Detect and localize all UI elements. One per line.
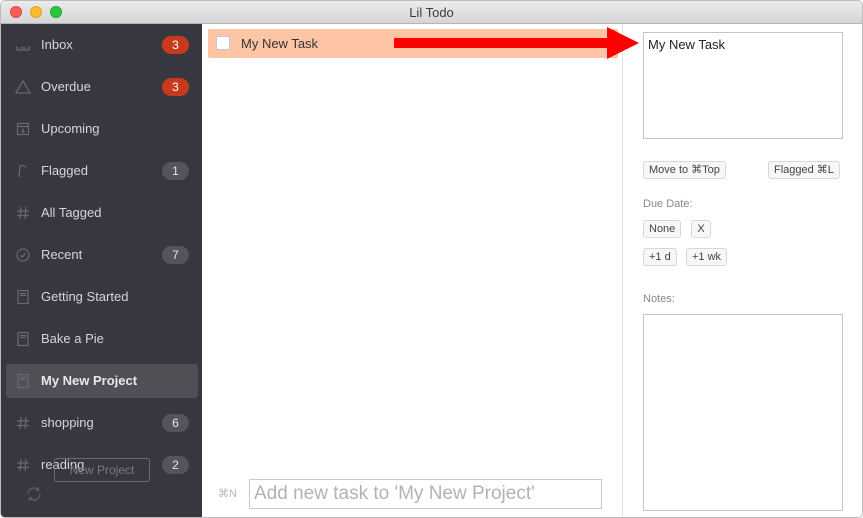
count-badge: 7	[162, 246, 189, 264]
task-checkbox[interactable]	[216, 36, 230, 50]
calendar-icon	[15, 121, 31, 137]
count-badge: 2	[162, 456, 189, 474]
due-clear-button[interactable]: X	[691, 220, 711, 238]
sidebar-item-shopping[interactable]: shopping 6	[6, 406, 198, 440]
flagged-button[interactable]: Flagged ⌘L	[768, 161, 840, 179]
task-detail-panel: My New Task Move to ⌘Top Flagged ⌘L Due …	[623, 24, 862, 517]
sidebar-item-label: All Tagged	[41, 205, 102, 220]
sidebar-item-label: Overdue	[41, 79, 91, 94]
hash-icon	[15, 205, 31, 221]
sync-icon[interactable]	[25, 485, 43, 503]
sidebar-item-overdue[interactable]: Overdue 3	[6, 70, 198, 104]
move-to-top-button[interactable]: Move to ⌘Top	[643, 161, 726, 179]
add-task-input[interactable]	[249, 479, 602, 509]
title-bar: Lil Todo	[1, 1, 862, 24]
count-badge: 1	[162, 162, 189, 180]
notes-field[interactable]	[643, 314, 843, 511]
sidebar-item-label: shopping	[41, 415, 94, 430]
sidebar: Inbox 3 Overdue 3 Upcoming Flagged 1 All Tagged…	[1, 24, 202, 517]
project-icon	[15, 331, 31, 347]
inbox-icon	[15, 37, 31, 53]
warning-icon	[14, 79, 32, 95]
notes-label: Notes:	[643, 293, 675, 305]
sidebar-item-upcoming[interactable]: Upcoming	[6, 112, 198, 146]
sidebar-item-all-tagged[interactable]: All Tagged	[6, 196, 198, 230]
task-list: My New Task ⌘N	[202, 24, 623, 517]
project-icon	[15, 289, 31, 305]
sidebar-item-label: Bake a Pie	[41, 331, 104, 346]
app-window: Lil Todo Inbox 3 Overdue 3 Upcoming Flagged 1 A…	[0, 0, 863, 518]
count-badge: 6	[162, 414, 189, 432]
sidebar-item-label: Getting Started	[41, 289, 129, 304]
window-title: Lil Todo	[409, 5, 454, 20]
sidebar-item-bake-a-pie[interactable]: Bake a Pie	[6, 322, 198, 356]
hash-icon	[15, 415, 31, 431]
sidebar-item-my-new-project[interactable]: My New Project	[6, 364, 198, 398]
task-title-field[interactable]: My New Task	[643, 32, 843, 139]
sidebar-item-label: Recent	[41, 247, 83, 262]
flag-icon	[15, 163, 31, 179]
due-plus-week-button[interactable]: +1 wk	[686, 248, 728, 266]
sidebar-item-inbox[interactable]: Inbox 3	[6, 28, 198, 62]
sidebar-item-getting-started[interactable]: Getting Started	[6, 280, 198, 314]
task-label: My New Task	[241, 36, 319, 51]
new-project-button[interactable]: New Project	[54, 458, 150, 482]
sidebar-item-flagged[interactable]: Flagged 1	[6, 154, 198, 188]
add-task-shortcut: ⌘N	[218, 488, 237, 500]
count-badge: 3	[162, 78, 189, 96]
sidebar-item-label: My New Project	[41, 373, 138, 388]
due-plus-day-button[interactable]: +1 d	[643, 248, 677, 266]
sidebar-item-label: Flagged	[41, 163, 88, 178]
sidebar-item-recent[interactable]: Recent 7	[6, 238, 198, 272]
project-icon	[15, 373, 31, 389]
task-row[interactable]: My New Task	[208, 29, 618, 58]
clock-icon	[15, 247, 31, 263]
count-badge: 3	[162, 36, 189, 54]
sidebar-item-label: Upcoming	[41, 121, 100, 136]
due-none-button[interactable]: None	[643, 220, 682, 238]
sidebar-item-label: Inbox	[41, 37, 73, 52]
due-date-label: Due Date:	[643, 198, 693, 210]
hash-icon	[15, 457, 31, 473]
